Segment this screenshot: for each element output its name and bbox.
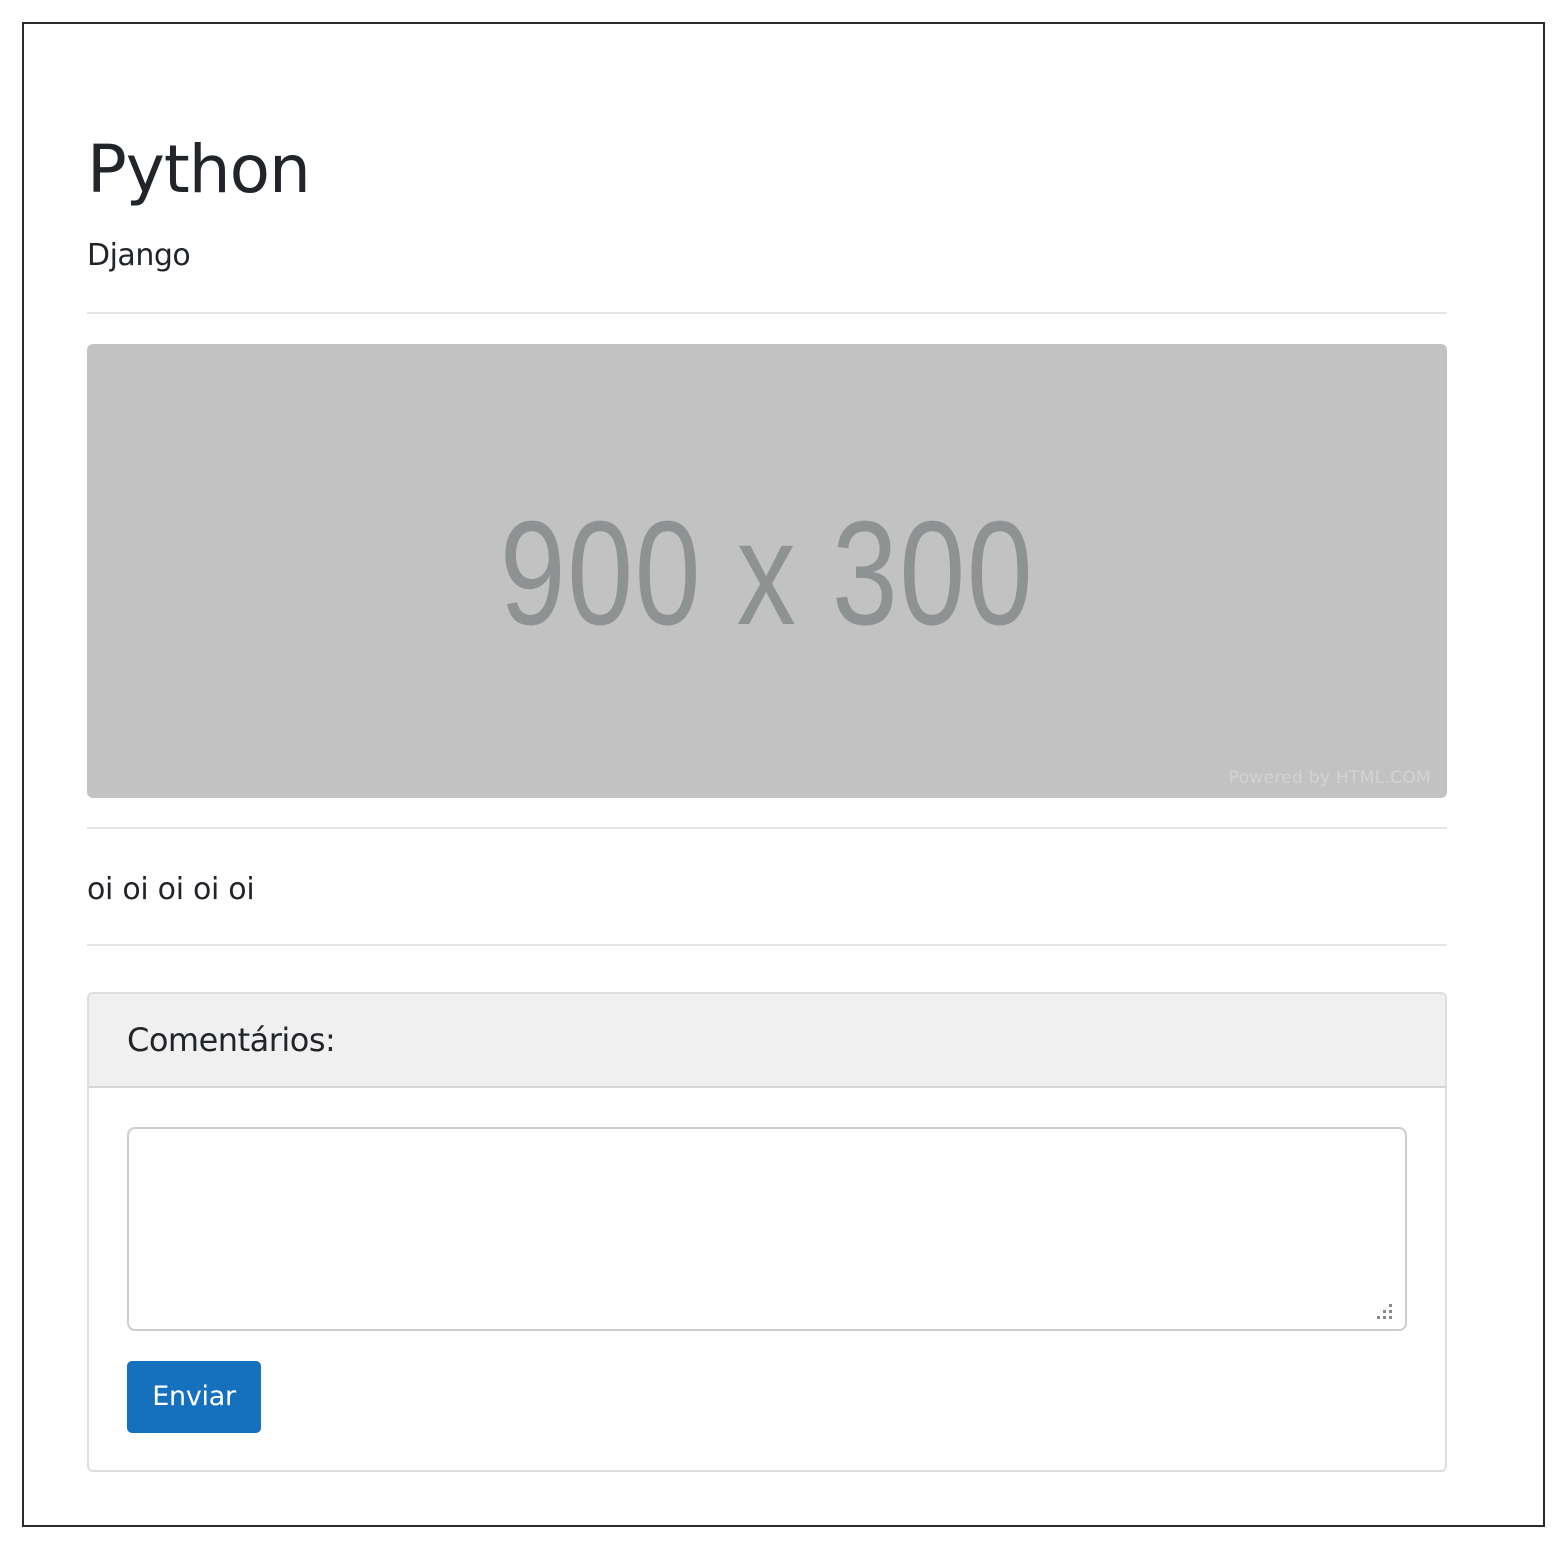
image-credit: Powered by HTML.COM (1228, 768, 1431, 788)
comments-card-header: Comentários: (89, 994, 1445, 1088)
post-image-placeholder: 900 x 300 Powered by HTML.COM (87, 344, 1447, 798)
divider (87, 312, 1447, 314)
post-body: oi oi oi oi oi (87, 872, 255, 907)
divider (87, 944, 1447, 946)
comment-textarea[interactable] (127, 1127, 1407, 1331)
resize-grip-icon[interactable] (1373, 1302, 1395, 1324)
post-title: Python (87, 131, 311, 208)
comments-card: Comentários: Enviar (87, 992, 1447, 1472)
image-size-label: 900 x 300 (499, 491, 1035, 656)
comments-header-title: Comentários: (127, 1021, 336, 1059)
submit-comment-button[interactable]: Enviar (127, 1361, 261, 1433)
post-subtitle: Django (87, 238, 191, 273)
divider (87, 827, 1447, 829)
